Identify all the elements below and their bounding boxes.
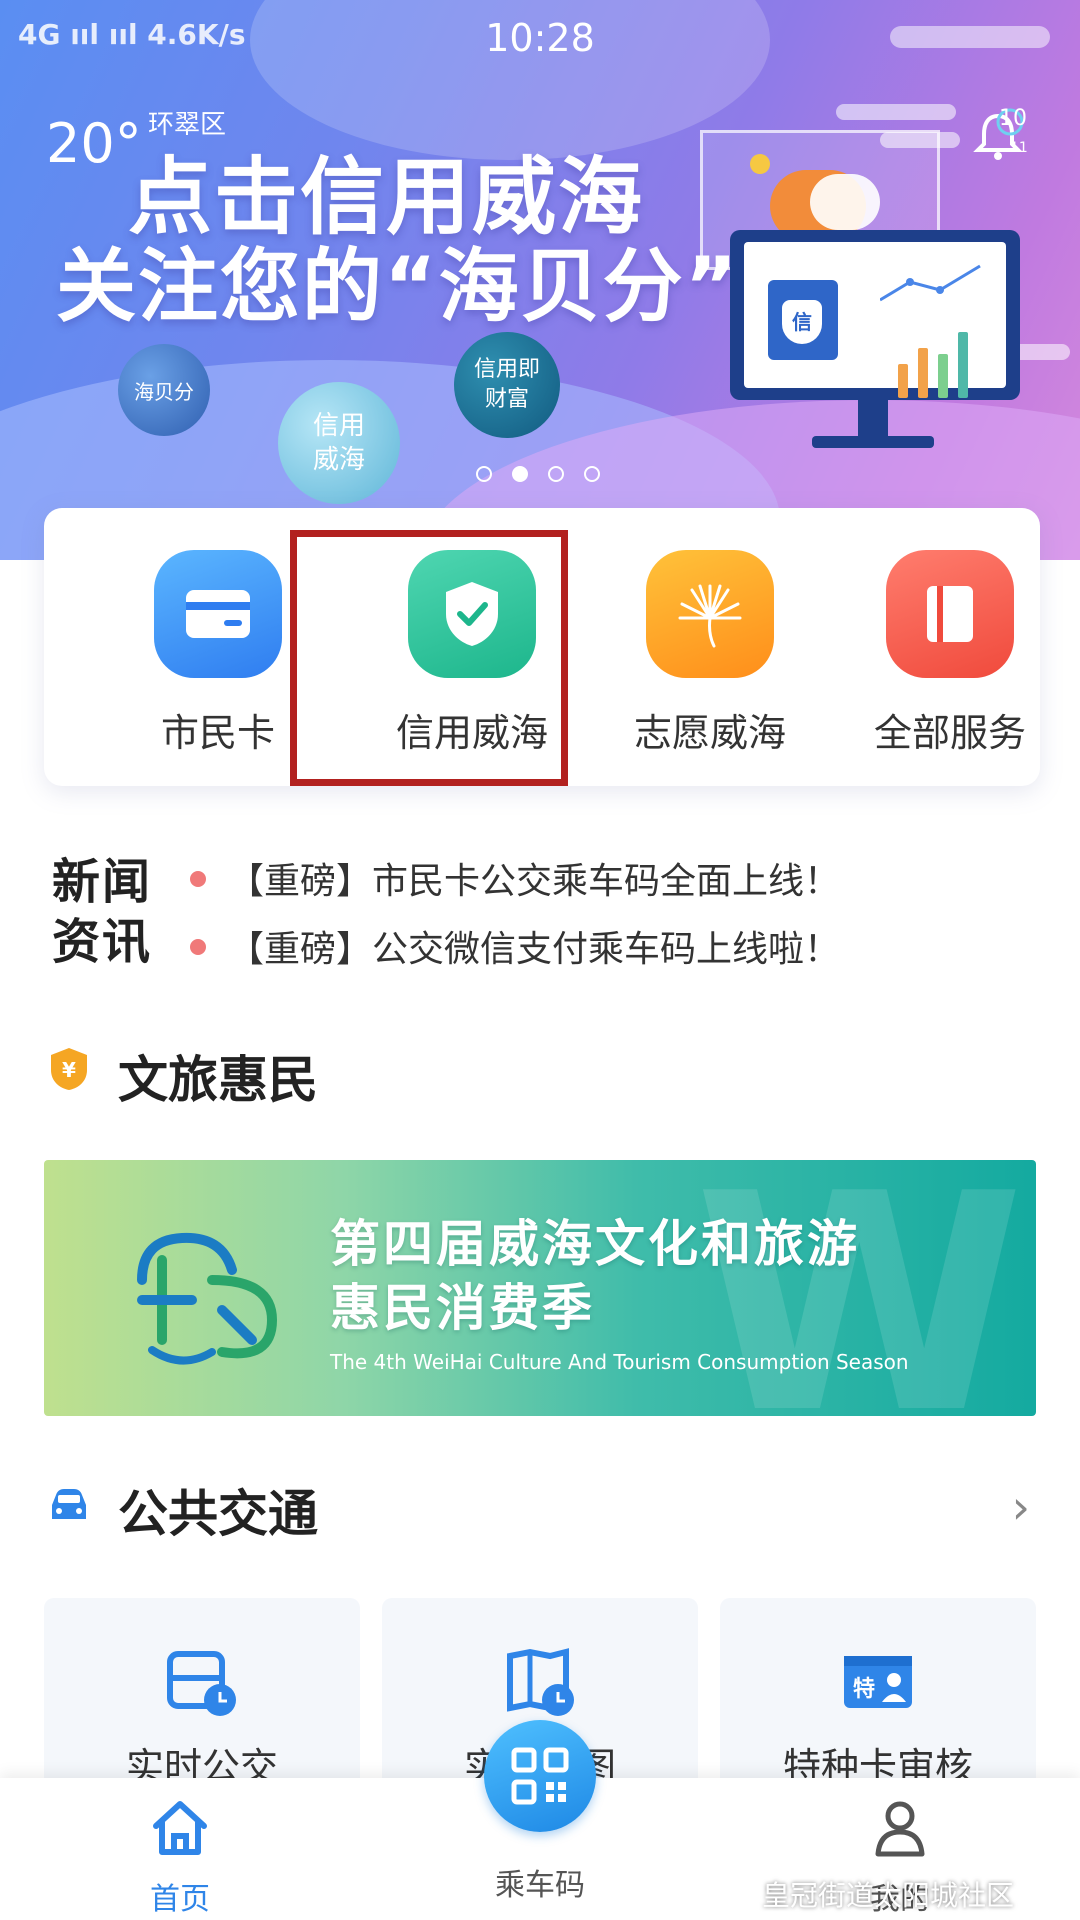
chart-bar: [958, 332, 968, 398]
bullet-dot: [190, 939, 206, 955]
credit-shield-icon: 信: [782, 300, 822, 344]
ride-code-label[interactable]: 乘车码: [440, 1860, 640, 1904]
service-all[interactable]: 全部服务: [850, 550, 1050, 757]
carousel-dot[interactable]: [548, 466, 564, 482]
promo-title: 第四届威海文化和旅游: [330, 1215, 860, 1273]
bubble-haibeifen: 海贝分: [118, 344, 210, 436]
service-label: 全部服务: [873, 711, 1026, 755]
news-item[interactable]: 【重磅】市民卡公交乘车码全面上线！: [190, 852, 840, 904]
chevron-right-icon[interactable]: ›: [1012, 1480, 1030, 1534]
service-volunteer-weihai[interactable]: 志愿威海: [610, 550, 810, 757]
book-icon: [886, 550, 1014, 678]
highlight-annotation: [290, 530, 568, 786]
carousel-dot[interactable]: [584, 466, 600, 482]
notification-count: 10: [999, 106, 1027, 131]
bubble-credit-weihai: 信用 威海: [278, 382, 400, 504]
source-watermark: 皇冠街道太阳城社区: [762, 1879, 1015, 1912]
yuan-shield-icon: ¥: [51, 1048, 87, 1090]
home-icon: [153, 1801, 207, 1855]
section-title-culture: 文旅惠民: [118, 1051, 318, 1109]
car-icon: [52, 1489, 86, 1519]
ride-code-button[interactable]: [484, 1720, 596, 1832]
promo-banner[interactable]: 4G ııl ııl 4.6K/s 10:28 20° 环翠区 10 11 点击…: [0, 0, 1080, 560]
user-icon: [875, 1801, 925, 1857]
nav-home-label: 首页: [150, 1882, 210, 1917]
service-label: 志愿威海: [633, 711, 786, 755]
carousel-dot[interactable]: [476, 466, 492, 482]
news-item[interactable]: 【重磅】公交微信支付乘车码上线啦！: [190, 920, 840, 972]
svg-text:特: 特: [853, 1676, 875, 1702]
section-title-transit: 公共交通: [118, 1485, 318, 1543]
carousel-dot-active[interactable]: [512, 466, 528, 482]
chart-bar: [938, 354, 948, 398]
promo-english: The 4th WeiHai Culture And Tourism Consu…: [330, 1350, 909, 1374]
trend-line: [880, 264, 981, 302]
promo-subtitle: 惠民消费季: [330, 1279, 595, 1337]
app-home-screen: 4G ııl ııl 4.6K/s 10:28 20° 环翠区 10 11 点击…: [0, 0, 1080, 1920]
tourism-logo: [137, 1232, 278, 1365]
card-icon: [154, 550, 282, 678]
banner-subheadline: 关注您的“海贝分”: [56, 240, 740, 333]
nav-home[interactable]: 首页: [100, 1796, 260, 1918]
palm-leaf-icon: [646, 550, 774, 678]
transit-card-realtime-bus[interactable]: 实时公交: [44, 1598, 360, 1798]
wechat-icon: [720, 1879, 754, 1904]
bullet-dot: [190, 871, 206, 887]
transit-card-special-card-review[interactable]: 特 特种卡审核: [720, 1598, 1036, 1798]
coin-icon: [750, 154, 770, 174]
promo-watermark-shape: W: [694, 1160, 1025, 1416]
bus-clock-icon: [167, 1651, 236, 1716]
chart-bar: [918, 348, 928, 398]
svg-text:¥: ¥: [62, 1058, 76, 1082]
news-tag: 新闻资讯: [52, 854, 153, 970]
status-icons: [890, 26, 1050, 48]
service-citizen-card[interactable]: 市民卡: [118, 550, 318, 757]
chart-bar: [898, 364, 908, 398]
monitor-illustration: 信: [700, 130, 1050, 450]
special-card-icon: 特: [844, 1656, 912, 1708]
qr-code-icon: [511, 1747, 569, 1805]
service-label: 市民卡: [160, 711, 275, 755]
map-clock-icon: [507, 1648, 574, 1716]
monitor-base: [812, 436, 934, 448]
culture-promo-banner[interactable]: W 第四届威海文化和旅游 惠民消费季 The 4th WeiHai Cultur…: [44, 1160, 1036, 1416]
status-bar: 4G ııl ııl 4.6K/s 10:28: [0, 0, 1080, 80]
handshake-icon: [810, 174, 880, 230]
banner-decoration: [836, 104, 956, 120]
carousel-indicator[interactable]: [476, 466, 600, 482]
bubble-credit-wealth: 信用即 财富: [454, 332, 560, 438]
monitor-stand: [858, 400, 888, 440]
